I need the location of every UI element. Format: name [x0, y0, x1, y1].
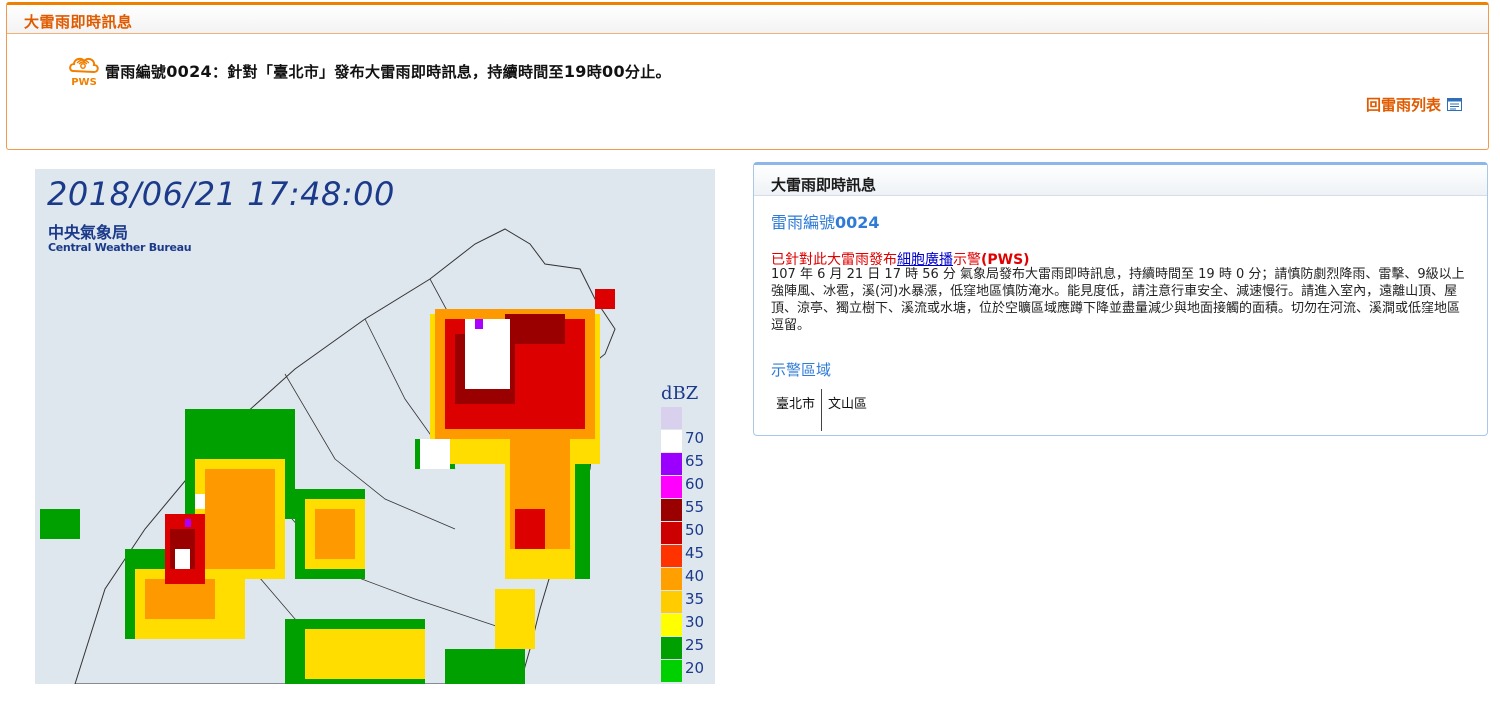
warning-body-text: 107 年 6 月 21 日 17 時 56 分 氣象局發布大雷雨即時訊息，持續…	[771, 267, 1465, 333]
storm-number: 雷雨編號0024	[771, 213, 880, 232]
detail-title: 大雷雨即時訊息	[771, 176, 877, 194]
scale-swatch	[661, 522, 682, 545]
scale-label: 35	[685, 590, 705, 608]
scale-label: 60	[685, 475, 705, 493]
alert-detail-panel: 大雷雨即時訊息 雷雨編號0024 已針對此大雷雨發布細胞廣播示警(PWS) 10…	[753, 162, 1488, 436]
back-to-list-link[interactable]: 回雷雨列表	[1366, 94, 1462, 115]
scale-swatch	[661, 407, 682, 430]
scale-swatch	[661, 453, 682, 476]
agency-name-en: Central Weather Bureau	[48, 241, 192, 254]
panel-header	[7, 5, 1488, 34]
alert-notice: PWS 雷雨編號0024：針對「臺北市」發布大雷雨即時訊息，持續時間至19時00…	[67, 55, 671, 88]
scale-swatch	[661, 660, 682, 683]
scale-swatch	[661, 614, 682, 637]
agency-name-cn: 中央氣象局	[48, 223, 129, 242]
list-icon	[1447, 98, 1462, 111]
scale-label: 55	[685, 498, 705, 516]
radar-timestamp: 2018/06/21 17:48:00	[47, 175, 395, 213]
scale-label: 40	[685, 567, 705, 585]
scale-label: 65	[685, 452, 705, 470]
scale-label: 25	[685, 636, 705, 654]
scale-label: 50	[685, 521, 705, 539]
warning-zone-title: 示警區域	[771, 361, 832, 379]
radar-echo-purple	[475, 319, 483, 329]
alert-summary-panel: 大雷雨即時訊息 PWS 雷雨編號0024：針對「臺北市」發布大雷雨即時訊息，持續…	[6, 2, 1489, 150]
scale-swatch	[661, 476, 682, 499]
dbz-scale-labels: 70 65 60 55 50 45 40 35 30 25 20	[685, 427, 704, 680]
scale-swatch	[661, 499, 682, 522]
zone-district: 文山區	[828, 397, 868, 412]
radar-image: 2018/06/21 17:48:00 中央氣象局 Central Weathe…	[35, 169, 715, 684]
scale-label: 20	[685, 659, 705, 677]
pws-cloud-icon: PWS	[67, 55, 101, 88]
dbz-unit-label: dBZ	[661, 383, 699, 404]
scale-label: 70	[685, 429, 705, 447]
scale-swatch	[661, 591, 682, 614]
scale-swatch	[661, 568, 682, 591]
panel-title: 大雷雨即時訊息	[24, 13, 133, 31]
svg-text:PWS: PWS	[71, 77, 97, 87]
dbz-color-scale	[661, 407, 682, 683]
scale-label: 30	[685, 613, 705, 631]
zone-city: 臺北市	[772, 389, 823, 431]
back-to-list-label[interactable]: 回雷雨列表	[1366, 94, 1441, 115]
scale-swatch	[661, 430, 682, 453]
scale-label: 45	[685, 544, 705, 562]
scale-swatch	[661, 637, 682, 660]
scale-swatch	[661, 545, 682, 568]
warning-zone-table: 臺北市 文山區	[772, 389, 873, 431]
notice-text: 雷雨編號0024：針對「臺北市」發布大雷雨即時訊息，持續時間至19時00分止。	[105, 61, 671, 81]
